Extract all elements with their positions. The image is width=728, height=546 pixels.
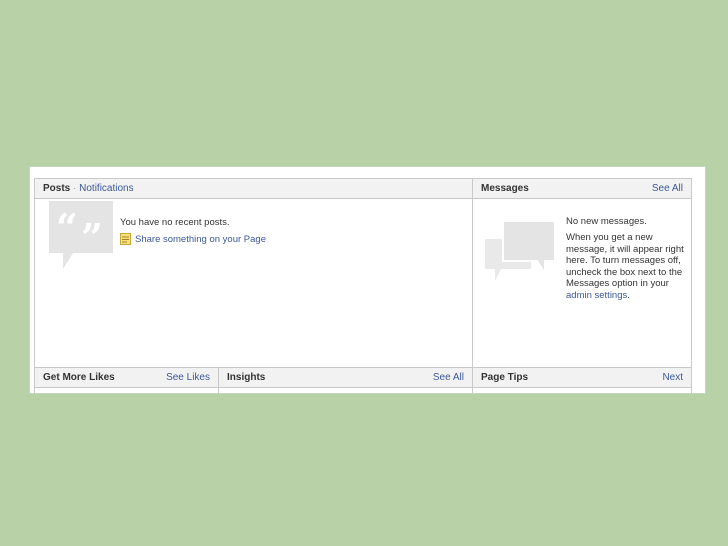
page-admin-panel: Posts · Notifications “ ” You have no re… [30,167,705,393]
messages-title: Messages [481,183,529,194]
get-more-likes-title: Get More Likes [43,372,115,383]
insights-title: Insights [227,372,266,383]
quote-bubble-icon: “ ” [49,201,113,269]
get-more-likes-panel: Get More Likes See Likes [34,367,219,393]
messages-see-all-link[interactable]: See All [652,179,683,198]
page-tips-next-link[interactable]: Next [662,368,683,387]
note-icon [120,233,131,245]
svg-text:”: ” [81,215,103,260]
posts-tab[interactable]: Posts [43,183,70,194]
insights-see-all-link[interactable]: See All [433,368,464,387]
no-posts-text: You have no recent posts. [120,217,230,228]
notifications-tab[interactable]: Notifications [79,183,133,194]
admin-settings-link[interactable]: admin settings [566,290,627,301]
header-separator: · [73,183,77,194]
messages-header: Messages See All [473,179,691,199]
posts-panel: Posts · Notifications “ ” You have no re… [34,178,473,368]
chat-bubbles-icon [485,221,555,281]
messages-help-body: When you get a new message, it will appe… [566,232,684,290]
page-tips-header: Page Tips Next [473,368,691,388]
page-tips-panel: Page Tips Next [472,367,692,393]
see-likes-link[interactable]: See Likes [166,368,210,387]
insights-panel: Insights See All [218,367,473,393]
messages-help-text: When you get a new message, it will appe… [566,232,686,302]
messages-help-period: . [627,289,630,301]
get-more-likes-header: Get More Likes See Likes [35,368,218,388]
no-messages-text: No new messages. [566,216,647,227]
posts-header: Posts · Notifications [35,179,472,199]
share-something-label[interactable]: Share something on your Page [135,234,266,245]
svg-text:“: “ [56,205,78,250]
page-tips-title: Page Tips [481,372,529,383]
share-something-link[interactable]: Share something on your Page [120,233,266,245]
insights-header: Insights See All [219,368,472,388]
messages-panel: Messages See All No new messages. When y… [472,178,692,368]
